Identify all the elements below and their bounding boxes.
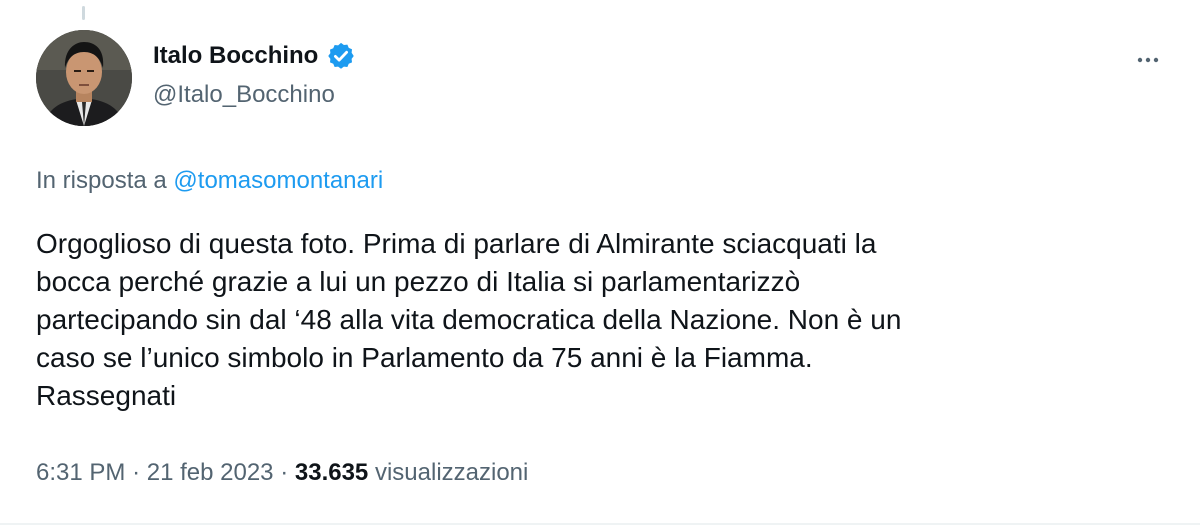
- meta-separator: ·: [132, 459, 141, 486]
- views-label: visualizzazioni: [374, 459, 529, 486]
- author-handle[interactable]: @Italo_Bocchino: [153, 80, 356, 110]
- avatar[interactable]: [36, 30, 132, 126]
- display-name-row: Italo Bocchino: [153, 41, 356, 71]
- author-block: Italo Bocchino @Italo_Bocchino: [153, 41, 356, 110]
- meta-separator: ·: [280, 459, 289, 486]
- tweet-metadata: 6:31 PM · 21 feb 2023 · 33.635 visualizz…: [36, 458, 528, 488]
- tweet-text: Orgoglioso di questa foto. Prima di parl…: [36, 228, 902, 411]
- tweet-time[interactable]: 6:31 PM: [36, 459, 125, 486]
- more-options-icon[interactable]: [1130, 42, 1166, 78]
- thread-connector-line: [82, 6, 85, 20]
- reply-prefix: In risposta a: [36, 167, 167, 194]
- tweet-header: Italo Bocchino @Italo_Bocchino: [36, 30, 1166, 130]
- tweet-date[interactable]: 21 feb 2023: [147, 459, 274, 486]
- views-count: 33.635: [294, 459, 369, 486]
- display-name[interactable]: Italo Bocchino: [153, 41, 318, 71]
- verified-badge-icon: [326, 41, 356, 71]
- reply-to-handle-link[interactable]: @tomasomontanari: [173, 167, 383, 194]
- reply-context: In risposta a @tomasomontanari: [36, 166, 383, 196]
- avatar-photo: [36, 30, 132, 126]
